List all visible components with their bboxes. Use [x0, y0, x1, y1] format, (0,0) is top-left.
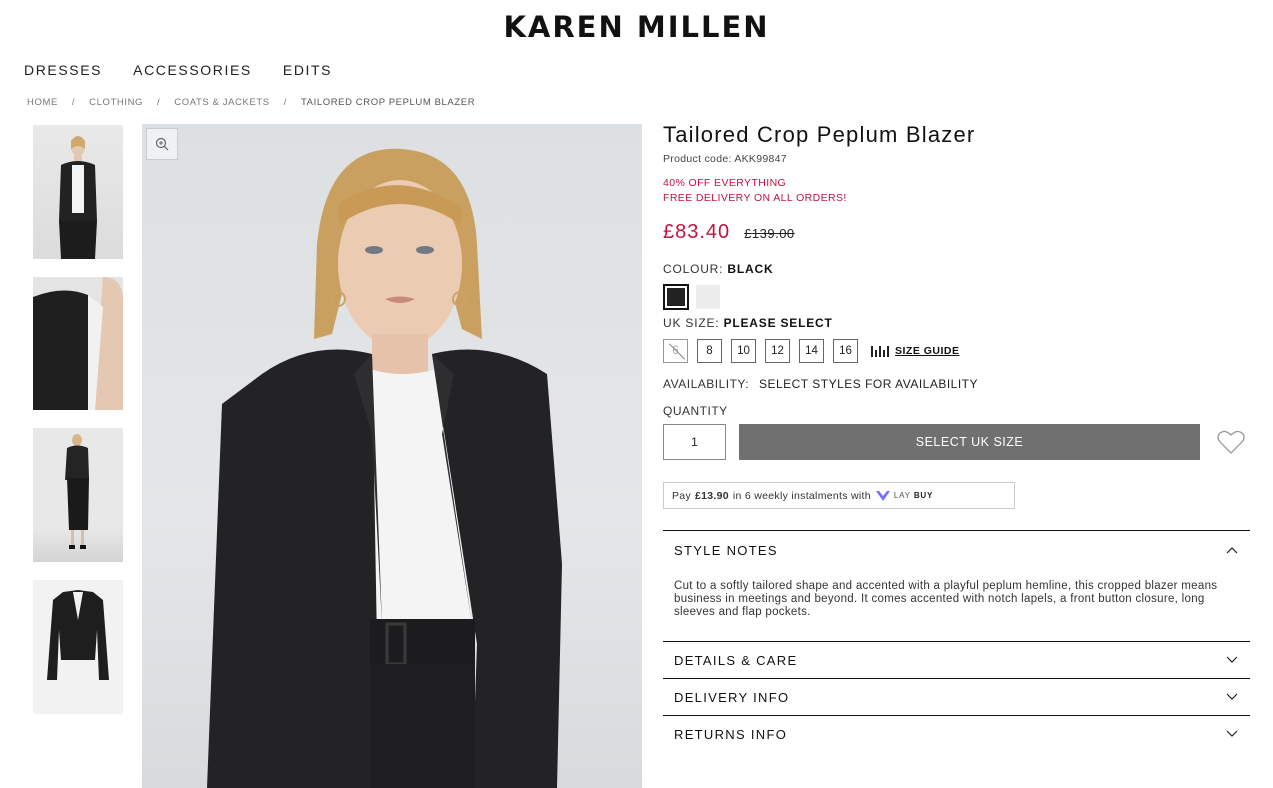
size-label-text: UK SIZE:	[663, 316, 720, 330]
nav-item-edits[interactable]: EDITS	[283, 62, 332, 78]
main-nav: DRESSES ACCESSORIES EDITS	[24, 62, 332, 78]
thumbnail-full-length[interactable]	[33, 428, 123, 562]
style-notes-body: Cut to a softly tailored shape and accen…	[674, 580, 1218, 618]
availability-value: SELECT STYLES FOR AVAILABILITY	[758, 377, 979, 391]
chevron-up-icon	[1226, 547, 1238, 554]
size-option-12[interactable]: 12	[765, 339, 790, 363]
accordion-style-notes: STYLE NOTES Cut to a softly tailored sha…	[663, 530, 1250, 641]
thumbnail-side-detail[interactable]	[33, 277, 123, 410]
price-block: £83.40 £139.00	[663, 221, 1250, 244]
size-option-8[interactable]: 8	[697, 339, 722, 363]
product-title: Tailored Crop Peplum Blazer	[663, 122, 976, 147]
swatch-black-fill	[667, 288, 685, 306]
size-option-6[interactable]: 6	[663, 339, 688, 363]
size-option-10[interactable]: 10	[731, 339, 756, 363]
nav-item-accessories[interactable]: ACCESSORIES	[133, 62, 252, 78]
model-figure-image	[59, 136, 97, 259]
accordion-returns-info: RETURNS INFO	[663, 715, 1250, 752]
colour-label-text: COLOUR:	[663, 262, 724, 276]
laybuy-banner[interactable]: Pay £13.90 in 6 weekly instalments with …	[663, 482, 1015, 509]
laybuy-suffix: in 6 weekly instalments with	[732, 489, 871, 502]
brand-logo[interactable]: KAREN MILLEN	[0, 10, 1273, 44]
heart-icon	[1217, 430, 1245, 454]
main-product-image[interactable]	[142, 124, 642, 788]
accordion-style-notes-header[interactable]: STYLE NOTES	[663, 531, 1250, 569]
promo-discount: 40% OFF EVERYTHING	[663, 177, 787, 189]
size-option-16[interactable]: 16	[833, 339, 858, 363]
promo-delivery: FREE DELIVERY ON ALL ORDERS!	[663, 192, 847, 204]
quantity-label: QUANTITY	[663, 404, 728, 418]
colour-value: BLACK	[727, 262, 774, 276]
accordion-delivery-info: DELIVERY INFO	[663, 678, 1250, 715]
breadcrumb-clothing[interactable]: CLOTHING	[89, 97, 143, 108]
chevron-down-icon	[1226, 656, 1238, 663]
size-value: PLEASE SELECT	[723, 316, 833, 330]
sale-price: £83.40	[663, 221, 731, 243]
original-price: £139.00	[744, 226, 795, 241]
laybuy-amount: £13.90	[695, 489, 729, 502]
colour-swatches	[663, 284, 1250, 310]
thumbnail-product-flat[interactable]	[33, 580, 123, 714]
accordion-delivery-info-header[interactable]: DELIVERY INFO	[663, 679, 1250, 715]
thumbnail-front-model[interactable]	[33, 125, 123, 259]
size-guide-link[interactable]: SIZE GUIDE	[871, 345, 960, 357]
size-label: UK SIZE: PLEASE SELECT	[663, 316, 1250, 330]
full-length-image	[65, 434, 89, 549]
product-accordion: STYLE NOTES Cut to a softly tailored sha…	[663, 530, 1250, 752]
jacket-detail-image	[33, 277, 123, 410]
accordion-details-care: DETAILS & CARE	[663, 641, 1250, 678]
colour-label: COLOUR: BLACK	[663, 262, 1250, 276]
size-guide-label: SIZE GUIDE	[895, 345, 960, 357]
laybuy-logo-buy: BUY	[913, 491, 934, 500]
nav-item-dresses[interactable]: DRESSES	[24, 62, 102, 78]
breadcrumb-current: TAILORED CROP PEPLUM BLAZER	[300, 97, 476, 108]
ruler-icon	[871, 345, 889, 357]
buy-row: SELECT UK SIZE	[663, 424, 1250, 460]
breadcrumb-separator: /	[71, 97, 76, 108]
size-option-14[interactable]: 14	[799, 339, 824, 363]
accordion-returns-info-title: RETURNS INFO	[674, 726, 788, 742]
swatch-white[interactable]	[696, 285, 720, 309]
chevron-down-icon	[1226, 730, 1238, 737]
zoom-button[interactable]	[146, 128, 178, 160]
wishlist-button[interactable]	[1217, 428, 1245, 456]
availability-label: AVAILABILITY:	[663, 377, 750, 391]
select-size-button[interactable]: SELECT UK SIZE	[739, 424, 1200, 460]
accordion-returns-info-header[interactable]: RETURNS INFO	[663, 716, 1250, 752]
accordion-delivery-info-title: DELIVERY INFO	[674, 689, 790, 705]
model-photo	[207, 148, 562, 788]
laybuy-heart-icon	[875, 490, 890, 501]
laybuy-prefix: Pay	[672, 489, 691, 502]
chevron-down-icon	[1226, 693, 1238, 700]
laybuy-logo-lay: LAY	[893, 491, 911, 500]
accordion-details-care-header[interactable]: DETAILS & CARE	[663, 642, 1250, 678]
accordion-details-care-title: DETAILS & CARE	[674, 652, 798, 668]
flat-product-image	[47, 590, 109, 680]
availability: AVAILABILITY: SELECT STYLES FOR AVAILABI…	[663, 377, 1250, 391]
breadcrumb-separator: /	[157, 97, 161, 108]
quantity-input[interactable]	[663, 424, 726, 460]
size-options: 6 8 10 12 14 16 SIZE GUIDE	[663, 339, 1250, 363]
breadcrumb-separator: /	[283, 97, 287, 108]
breadcrumb-home[interactable]: HOME	[27, 97, 58, 108]
breadcrumb: HOME / CLOTHING / COATS & JACKETS / TAIL…	[27, 97, 475, 108]
product-code: Product code: AKK99847	[663, 153, 787, 165]
swatch-black[interactable]	[663, 284, 689, 310]
thumbnail-list	[33, 125, 123, 732]
laybuy-logo: LAY BUY	[875, 490, 933, 502]
zoom-icon	[155, 137, 169, 151]
accordion-style-notes-title: STYLE NOTES	[674, 542, 778, 558]
product-info: Tailored Crop Peplum Blazer Product code…	[663, 122, 1250, 752]
breadcrumb-coats-jackets[interactable]: COATS & JACKETS	[174, 97, 269, 108]
